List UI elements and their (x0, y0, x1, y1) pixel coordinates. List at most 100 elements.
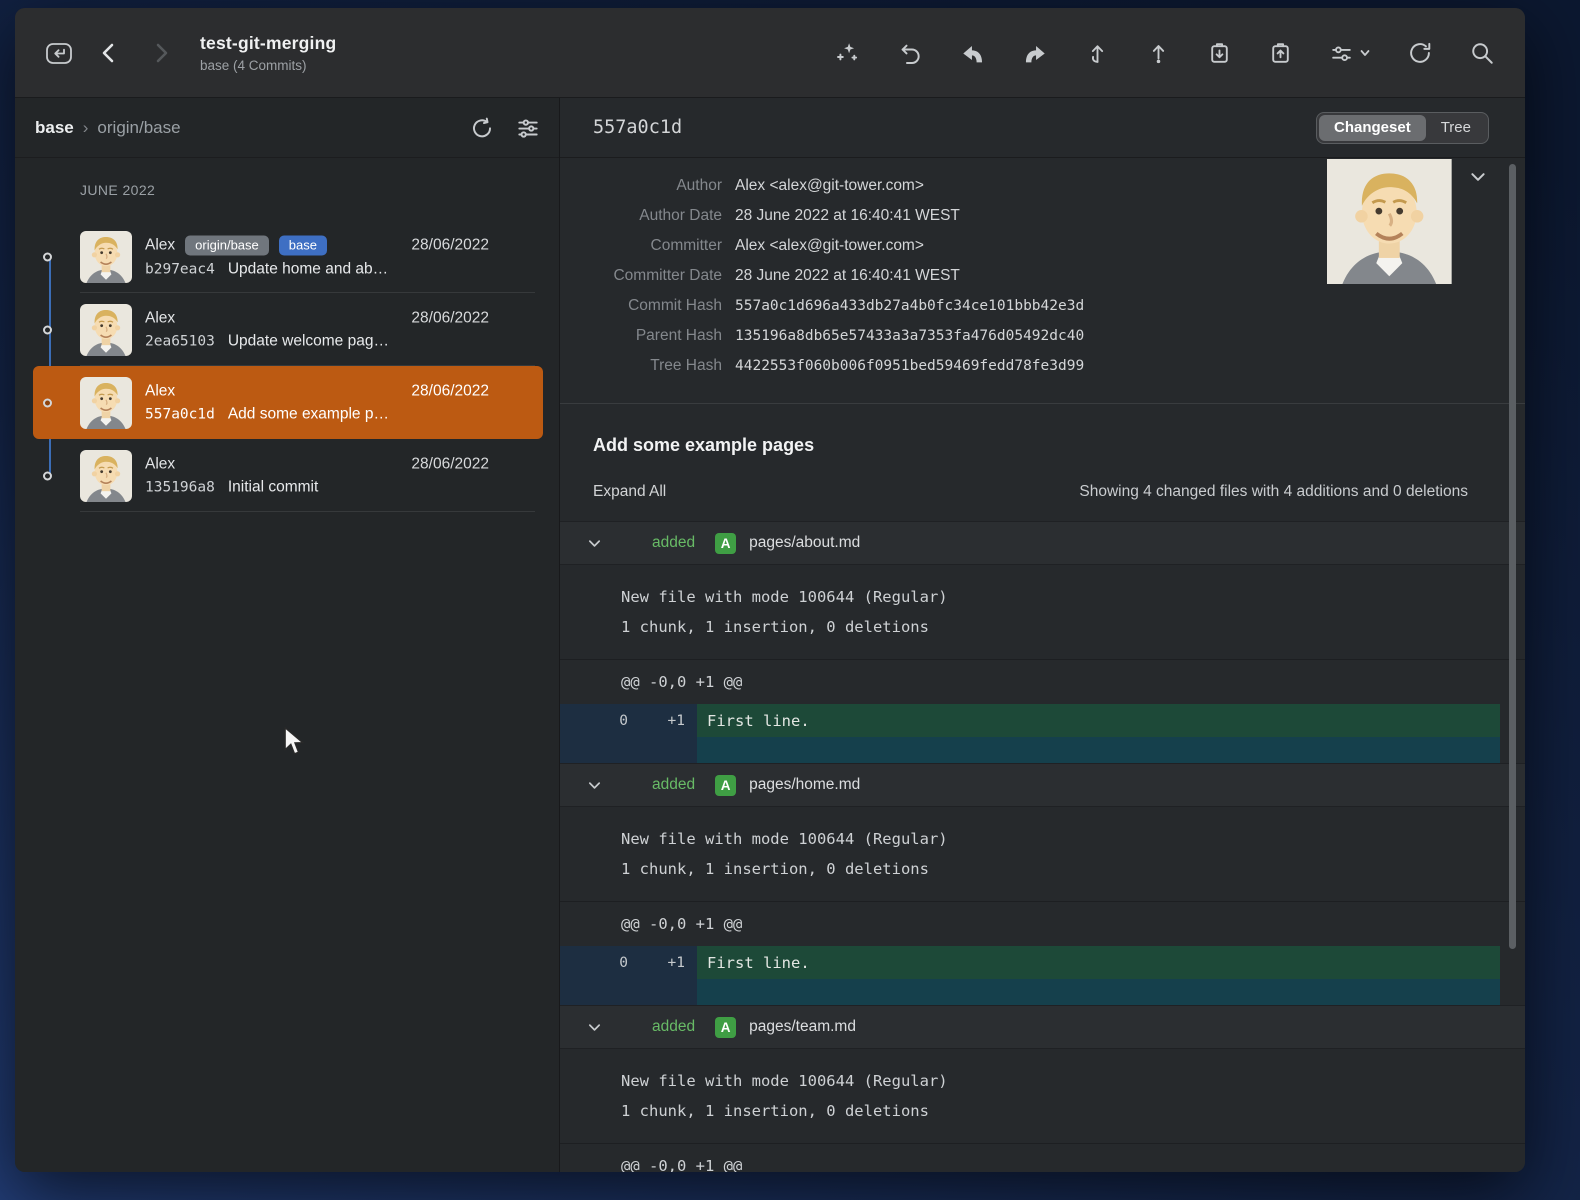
back-button-icon[interactable] (98, 40, 120, 66)
commit-date: 28/06/2022 (411, 382, 533, 400)
file-path: pages/home.md (749, 776, 860, 794)
commit-row[interactable]: Alex 28/06/2022 2ea65103 Update welcome … (33, 293, 543, 366)
file-diff-section: added A pages/home.md New file with mode… (560, 763, 1525, 1005)
breadcrumb-root[interactable]: base (35, 118, 74, 138)
meta-value: 28 June 2022 at 16:40:41 WEST (735, 261, 960, 291)
file-status: added (652, 776, 695, 794)
commit-hash: 557a0c1d (145, 406, 215, 422)
commit-hash: 135196a8 (145, 479, 215, 495)
commit-author: Alex (145, 382, 175, 400)
commit-row[interactable]: Alex origin/base base 28/06/2022 b297eac… (33, 220, 543, 293)
refresh-icon[interactable] (1407, 40, 1433, 66)
file-status: added (652, 1018, 695, 1036)
changes-summary: Showing 4 changed files with 4 additions… (1079, 483, 1468, 501)
tab-changeset[interactable]: Changeset (1319, 115, 1426, 141)
chevron-down-icon[interactable] (587, 778, 602, 793)
file-stats-line: 1 chunk, 1 insertion, 0 deletions (621, 612, 1525, 642)
tab-tree[interactable]: Tree (1426, 115, 1486, 141)
commit-list: Alex origin/base base 28/06/2022 b297eac… (33, 220, 543, 512)
old-line-number: 0 (560, 946, 650, 979)
hunk-header: @@ -0,0 +1 @@ (560, 901, 1525, 946)
commit-date: 28/06/2022 (411, 236, 533, 254)
file-header[interactable]: added A pages/about.md (560, 521, 1525, 565)
detail-header: 557a0c1d Changeset Tree (560, 98, 1525, 158)
diff-tail-content (697, 737, 1500, 763)
commit-row[interactable]: Alex 28/06/2022 135196a8 Initial commit (33, 439, 543, 512)
rebase-icon[interactable] (1022, 40, 1049, 66)
file-diff-section: added A pages/team.md New file with mode… (560, 1005, 1525, 1172)
commit-message-title: Add some example pages (593, 435, 1492, 456)
diff-line-content: First line. (697, 946, 1500, 979)
commit-author: Alex (145, 236, 175, 254)
undo-icon[interactable] (897, 40, 923, 66)
commit-date: 28/06/2022 (411, 455, 533, 473)
changes-summary-row: Expand All Showing 4 changed files with … (560, 456, 1525, 521)
diff-line-tail (560, 737, 1525, 763)
quick-actions-icon[interactable] (835, 40, 861, 66)
forward-button-icon[interactable] (150, 40, 172, 66)
commit-message: Add some example p… (228, 405, 389, 423)
commit-text: Alex 28/06/2022 557a0c1d Add some exampl… (145, 382, 533, 423)
diff-line-added: 0 +1 First line. (560, 704, 1525, 737)
file-header[interactable]: added A pages/home.md (560, 763, 1525, 807)
chevron-down-icon[interactable] (587, 536, 602, 551)
commit-group-header: JUNE 2022 (15, 182, 559, 202)
file-status: added (652, 534, 695, 552)
meta-value: 4422553f060b006f0951bed59469fedd78fe3d99 (735, 351, 1084, 381)
diff-line-tail (560, 979, 1525, 1005)
commit-text: Alex origin/base base 28/06/2022 b297eac… (145, 235, 533, 278)
graph-node-icon (43, 471, 52, 480)
commit-list-area: JUNE 2022 Alex origin/base base 28/06/ (15, 158, 559, 1172)
meta-label: Committer Date (560, 261, 735, 291)
breadcrumb-current[interactable]: origin/base (97, 118, 180, 138)
commit-message: Update home and ab… (228, 260, 388, 278)
chevron-down-icon[interactable] (587, 1020, 602, 1035)
services-button[interactable] (1329, 40, 1371, 66)
commit-sidebar: base › origin/base JUNE 2022 (15, 98, 560, 1172)
commit-message: Update welcome pag… (228, 332, 389, 350)
filter-sliders-icon[interactable] (515, 115, 541, 141)
history-icon[interactable] (469, 115, 495, 141)
merge-icon[interactable] (959, 40, 986, 66)
titlebar: test-git-merging base (4 Commits) (15, 8, 1525, 98)
commit-date: 28/06/2022 (411, 309, 533, 327)
diff-tail-content (697, 979, 1500, 1005)
diff-line-content: First line. (697, 704, 1500, 737)
file-status-badge: A (715, 775, 736, 796)
expand-all-button[interactable]: Expand All (593, 483, 666, 501)
vertical-scrollbar[interactable] (1509, 164, 1516, 949)
hunk-header: @@ -0,0 +1 @@ (560, 659, 1525, 704)
repository-icon[interactable] (42, 37, 76, 69)
meta-value: Alex <alex@git-tower.com> (735, 231, 924, 261)
detail-scroll-area: AuthorAlex <alex@git-tower.com> Author D… (560, 158, 1525, 1172)
file-status-badge: A (715, 533, 736, 554)
diff-tail-gutter (560, 979, 697, 1005)
stash-save-icon[interactable] (1207, 40, 1232, 66)
commit-text: Alex 28/06/2022 2ea65103 Update welcome … (145, 309, 533, 350)
file-header[interactable]: added A pages/team.md (560, 1005, 1525, 1049)
new-line-number: +1 (650, 946, 697, 979)
commit-row-selected[interactable]: Alex 28/06/2022 557a0c1d Add some exampl… (33, 366, 543, 439)
main-split: base › origin/base JUNE 2022 (15, 98, 1525, 1172)
diff-tail-gutter (560, 737, 697, 763)
toolbar (835, 40, 1495, 66)
pull-icon[interactable] (1085, 40, 1110, 66)
file-path: pages/about.md (749, 534, 860, 552)
search-icon[interactable] (1469, 40, 1495, 66)
file-info: New file with mode 100644 (Regular) 1 ch… (560, 1049, 1525, 1143)
branch-breadcrumb-bar: base › origin/base (15, 98, 559, 158)
file-status-badge: A (715, 1017, 736, 1038)
window-title: test-git-merging (200, 33, 336, 54)
push-icon[interactable] (1146, 40, 1171, 66)
row-separator (80, 511, 535, 512)
file-path: pages/team.md (749, 1018, 856, 1036)
meta-value: 28 June 2022 at 16:40:41 WEST (735, 201, 960, 231)
remote-branch-badge: origin/base (185, 235, 269, 255)
avatar (80, 377, 132, 429)
stash-apply-icon[interactable] (1268, 40, 1293, 66)
avatar (80, 304, 132, 356)
breadcrumb-separator: › (83, 118, 89, 138)
file-mode-line: New file with mode 100644 (Regular) (621, 824, 1525, 854)
avatar-chevron-down-icon[interactable] (1469, 170, 1487, 184)
diff-line-added: 0 +1 First line. (560, 946, 1525, 979)
